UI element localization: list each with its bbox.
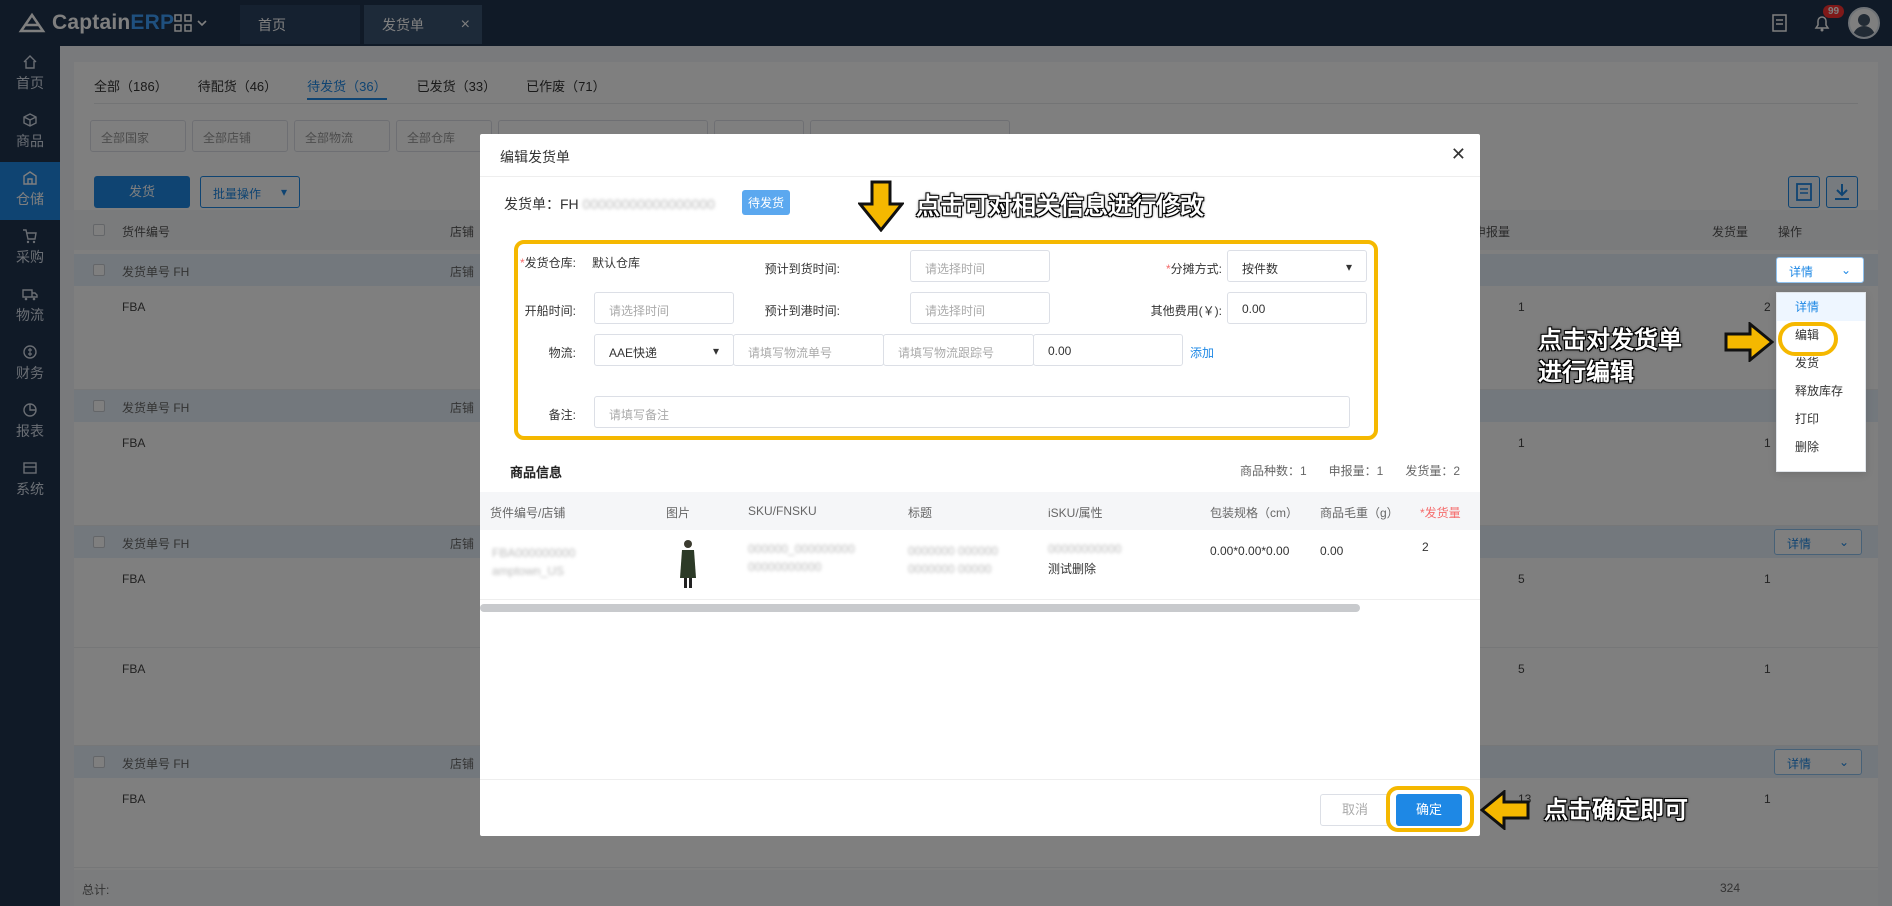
action-menu: 详情 编辑 发货 释放库存 打印 删除 (1776, 292, 1866, 472)
shipment-number: 发货单：FH 00000000000000000 (504, 194, 715, 214)
callout-confirm: 点击确定即可 (1544, 797, 1688, 824)
confirm-highlight (1386, 786, 1474, 832)
col-image: 图片 (666, 506, 691, 520)
shipment-number-label: 发货单：FH (504, 196, 579, 212)
gross-weight: 0.00 (1320, 544, 1344, 558)
detail-button-open[interactable]: 详情 ⌄ (1776, 257, 1864, 283)
stat-declared: 申报量：1 (1328, 464, 1384, 478)
horizontal-scrollbar[interactable] (480, 604, 1360, 612)
package-size: 0.00*0.00*0.00 (1210, 544, 1290, 558)
attr-note: 测试删除 (1048, 562, 1097, 576)
sku-redacted: 000000_000000000 00000000000 (748, 542, 855, 574)
isku-redacted: 00000000000 (1048, 542, 1122, 556)
status-badge: 待发货 (742, 190, 791, 215)
detail-label: 详情 (1789, 265, 1814, 279)
chevron-down-icon: ⌄ (1840, 263, 1851, 277)
shipment-number-redacted: 00000000000000000 (578, 196, 715, 212)
product-grid-header: 货件编号/店铺 图片 SKU/FNSKU 标题 iSKU/属性 包装规格（cm）… (480, 492, 1480, 530)
cancel-button[interactable]: 取消 (1320, 794, 1390, 826)
col-package-size: 包装规格（cm） (1210, 506, 1298, 520)
shipment-shop-redacted: FBA000000000 amptown_US (492, 546, 576, 578)
divider (480, 176, 1480, 177)
form-highlight (514, 240, 1378, 440)
col-weight: 商品毛重（g） (1320, 506, 1399, 520)
stat-kinds: 商品种数：1 (1239, 464, 1307, 478)
col-ship-qty: *发货量 (1420, 506, 1461, 520)
divider (480, 779, 1480, 780)
callout-edit-info: 点击可对相关信息进行修改 (916, 193, 1204, 220)
col-isku: iSKU/属性 (1048, 506, 1103, 520)
menu-item-print[interactable]: 打印 (1777, 405, 1865, 433)
menu-item-detail[interactable]: 详情 (1777, 293, 1865, 321)
edit-highlight (1778, 322, 1838, 356)
ship-qty: 2 (1422, 540, 1429, 554)
title-redacted: 0000000 000000 0000000 00000 (908, 544, 999, 576)
col-sku: SKU/FNSKU (748, 504, 817, 518)
col-shipment-shop: 货件编号/店铺 (490, 506, 566, 520)
menu-item-delete[interactable]: 删除 (1777, 433, 1865, 461)
section-title: 商品信息 (510, 465, 563, 480)
menu-item-release-stock[interactable]: 释放库存 (1777, 377, 1865, 405)
product-row: FBA000000000 amptown_US 000000_000000000 0… (480, 530, 1480, 600)
arrow-right-icon (1724, 322, 1774, 362)
col-title: 标题 (908, 506, 933, 520)
stat-shipped: 发货量：2 (1405, 464, 1460, 478)
dialog-title: 编辑发货单 (500, 149, 570, 165)
product-image (680, 540, 696, 588)
arrow-left-icon (1480, 790, 1530, 830)
arrow-down-icon (858, 180, 904, 232)
callout-edit-1: 点击对发货单 (1538, 327, 1682, 354)
callout-edit-2: 进行编辑 (1538, 359, 1634, 386)
product-stats: 商品种数：1 申报量：1 发货量：2 (1240, 462, 1460, 479)
close-icon[interactable]: ✕ (1451, 144, 1466, 165)
